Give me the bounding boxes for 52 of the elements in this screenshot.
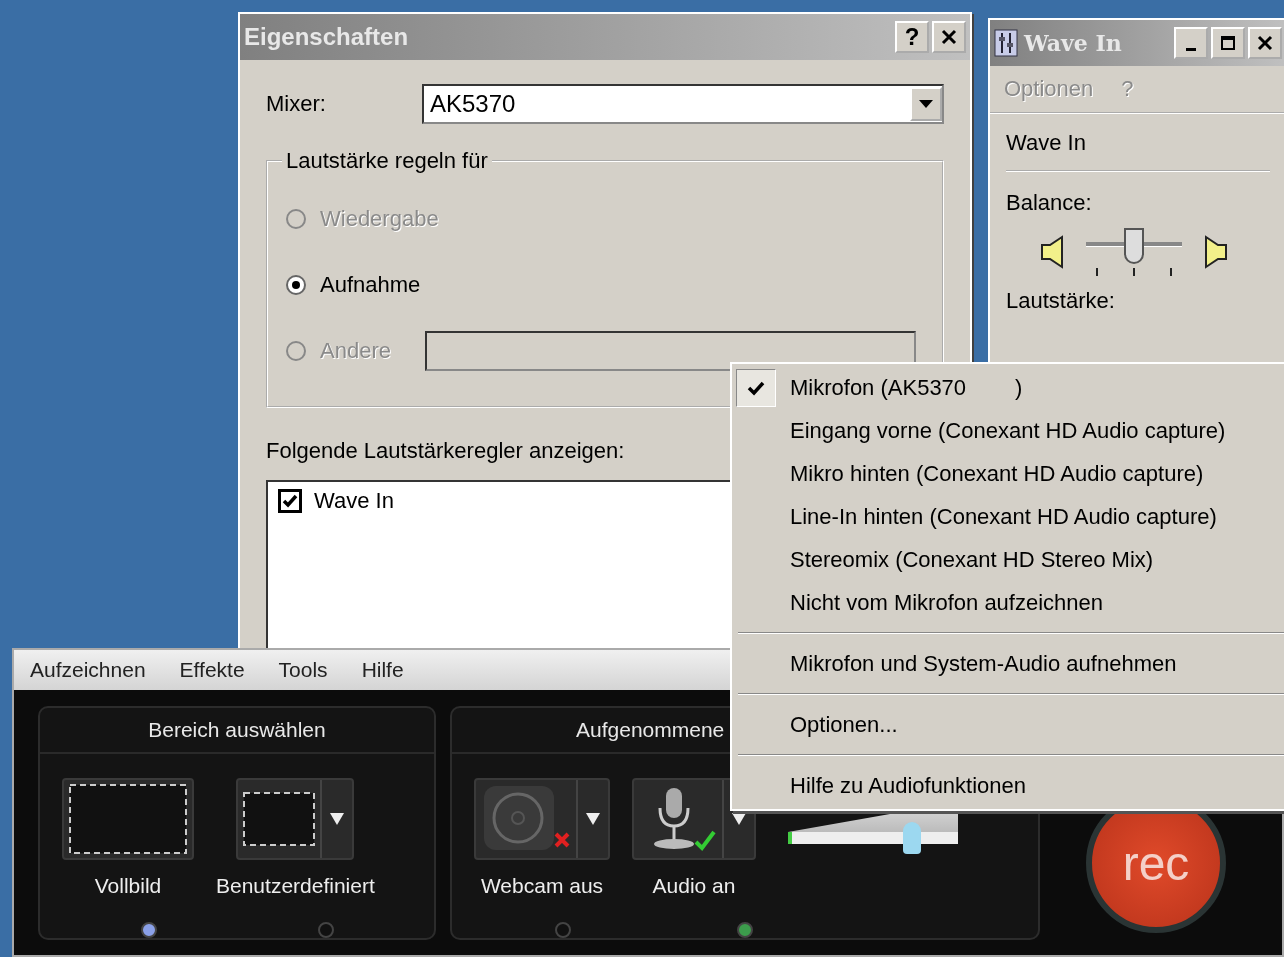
close-button[interactable] — [1248, 27, 1282, 59]
option-label: Audio an — [652, 874, 736, 898]
caret-icon — [586, 813, 600, 825]
menu-item[interactable]: Mikrofon und System-Audio aufnehmen — [732, 642, 1284, 685]
option-button[interactable] — [632, 778, 756, 860]
mixer-label: Mixer: — [266, 91, 327, 117]
checkbox[interactable] — [278, 489, 302, 513]
menu-item[interactable]: Nicht vom Mikrofon aufzeichnen — [732, 581, 1284, 624]
menu-item[interactable]: Mikro hinten (Conexant HD Audio capture) — [732, 452, 1284, 495]
slider-thumb[interactable] — [1124, 228, 1144, 264]
checkbox-label[interactable]: Wave In — [314, 488, 394, 514]
caret-icon — [919, 100, 933, 108]
screen-icon — [68, 783, 188, 855]
menu-item[interactable]: Aufzeichnen — [30, 658, 146, 682]
close-button[interactable] — [932, 21, 966, 53]
option-button[interactable] — [236, 778, 355, 860]
mixer-dropdown[interactable]: AK5370 — [422, 84, 944, 124]
menu-item[interactable]: Stereomix (Conexant HD Stereo Mix) — [732, 538, 1284, 581]
controls-label: Folgende Lautstärkeregler anzeigen: — [266, 438, 626, 464]
panel-title: Bereich auswählen — [40, 708, 434, 754]
option-label: Vollbild — [94, 874, 162, 898]
speaker-icon — [1040, 235, 1066, 269]
minimize-icon — [1186, 47, 1196, 51]
radio-label[interactable]: Aufnahme — [320, 272, 421, 298]
slider-thumb[interactable] — [902, 822, 921, 854]
screen-icon — [242, 791, 317, 847]
volume-label: Lautstärke: — [1006, 288, 1116, 314]
help-button[interactable]: ? — [895, 21, 929, 53]
menu-item[interactable]: Effekte — [179, 658, 245, 682]
balance-slider[interactable] — [1086, 228, 1182, 276]
menu-item[interactable]: Tools — [278, 658, 328, 682]
option-label: Webcam aus — [480, 874, 604, 898]
speaker-icon — [1202, 235, 1228, 269]
channel-name: Wave In — [1006, 130, 1087, 156]
close-icon — [940, 28, 958, 46]
window-title: Eigenschaften — [244, 23, 410, 51]
minimize-button[interactable] — [1174, 27, 1208, 59]
balance-label: Balance: — [1006, 190, 1093, 216]
maximize-icon — [1220, 35, 1236, 51]
menu-item[interactable]: Mikrofon (AK5370 ) — [732, 366, 1284, 409]
radio-button[interactable] — [286, 275, 306, 295]
mixer-icon — [994, 29, 1018, 57]
caret-icon — [330, 813, 345, 825]
menu-item[interactable]: Eingang vorne (Conexant HD Audio capture) — [732, 409, 1284, 452]
check-icon — [747, 379, 765, 396]
maximize-button[interactable] — [1211, 27, 1245, 59]
menu-item[interactable]: Line-In hinten (Conexant HD Audio capture) — [732, 495, 1284, 538]
menu-item[interactable]: Hilfe — [361, 658, 404, 682]
close-icon — [1256, 34, 1274, 52]
option-label: Benutzerdefiniert — [216, 874, 375, 898]
option-button[interactable] — [62, 778, 194, 860]
window-title: Wave In — [1024, 30, 1123, 56]
